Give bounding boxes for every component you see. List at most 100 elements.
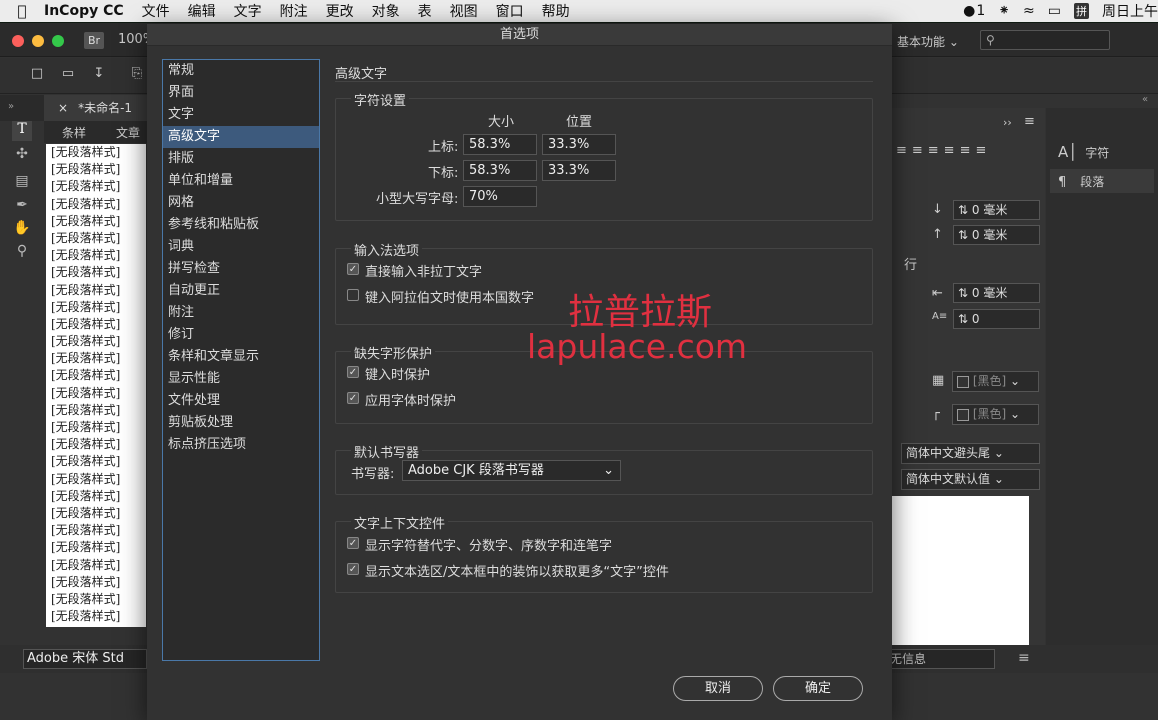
search-input[interactable]: ⚲ <box>980 30 1110 50</box>
mojikumi-dropdown[interactable]: 简体中文默认值 ⌄ <box>901 469 1040 490</box>
protect-typing-checkbox[interactable]: ✓ <box>347 366 359 378</box>
superscript-label: 上标: <box>428 140 459 155</box>
paragraph-icon: ¶ <box>1058 175 1067 190</box>
galley-line: [无段落样式] <box>51 454 121 469</box>
new-document-icon[interactable]: □ <box>28 66 46 82</box>
menu-changes[interactable]: 更改 <box>326 1 354 21</box>
category-item[interactable]: 标点挤压选项 <box>163 434 319 456</box>
category-item[interactable]: 单位和增量 <box>163 170 319 192</box>
collapse-icon[interactable]: » <box>8 101 14 112</box>
menu-help[interactable]: 帮助 <box>542 1 570 21</box>
category-item[interactable]: 修订 <box>163 324 319 346</box>
category-list[interactable]: 常规 界面 文字 高级文字 排版 单位和增量 网格 参考线和粘贴板 词典 拼写检查 自动更正 附注 修订… <box>162 59 320 661</box>
eyedropper-icon[interactable]: ✒ <box>12 197 32 217</box>
show-alternates-checkbox[interactable]: ✓ <box>347 537 359 549</box>
battery-icon[interactable]: ▭ <box>1048 3 1061 19</box>
download-icon[interactable]: ↧ <box>90 66 108 82</box>
collapse-icon[interactable]: « <box>1142 94 1148 105</box>
category-item[interactable]: 显示性能 <box>163 368 319 390</box>
subscript-size-input[interactable]: 58.3% <box>463 160 537 181</box>
document-tab[interactable]: × *未命名-1 <box>44 95 148 121</box>
bluetooth-icon[interactable]: ⁕ <box>998 3 1010 19</box>
menu-icon[interactable]: ≡ <box>1018 650 1030 666</box>
space-after-field[interactable]: ⇅ 0 毫米 <box>953 200 1040 220</box>
small-caps-label: 小型大写字母: <box>376 192 459 207</box>
open-folder-icon[interactable]: ▭ <box>59 66 77 82</box>
category-item[interactable]: 剪贴板处理 <box>163 412 319 434</box>
zoom-window-button[interactable] <box>52 35 64 47</box>
space-before-field[interactable]: ⇅ 0 毫米 <box>953 225 1040 245</box>
indent-field[interactable]: ⇅ 0 毫米 <box>953 283 1040 303</box>
alignment-icons[interactable]: ≡≡≡≡≡≡ <box>896 143 991 158</box>
type-tool-icon[interactable]: T <box>12 121 32 141</box>
cancel-button[interactable]: 取消 <box>673 676 763 701</box>
menu-object[interactable]: 对象 <box>372 1 400 21</box>
category-item[interactable]: 高级文字 <box>163 126 319 148</box>
input-method-icon[interactable]: 拼 <box>1074 3 1089 19</box>
galley-line: [无段落样式] <box>51 523 121 538</box>
category-item[interactable]: 条样和文章显示 <box>163 346 319 368</box>
superscript-size-input[interactable]: 58.3% <box>463 134 537 155</box>
workspace-switcher[interactable]: 基本功能 ⌄ <box>897 33 959 50</box>
tools-panel: T ✣ ▤ ✒ ✋ ⚲ <box>8 121 36 261</box>
color-dropdown-1[interactable]: [黑色] ⌄ <box>952 371 1039 392</box>
font-field[interactable]: Adobe 宋体 Std <box>23 649 147 669</box>
hand-tool-icon[interactable]: ✋ <box>12 220 32 240</box>
panel-item-paragraph[interactable]: ¶ 段落 <box>1050 169 1154 193</box>
category-item[interactable]: 网格 <box>163 192 319 214</box>
tab-galley[interactable]: 条样 <box>62 124 86 141</box>
menu-type[interactable]: 文字 <box>234 1 262 21</box>
ok-button[interactable]: 确定 <box>773 676 863 701</box>
menu-view[interactable]: 视图 <box>450 1 478 21</box>
menu-app-name[interactable]: InCopy CC <box>44 3 124 19</box>
subscript-position-input[interactable]: 33.3% <box>542 160 616 181</box>
show-adornment-checkbox[interactable]: ✓ <box>347 563 359 575</box>
category-item[interactable]: 参考线和粘贴板 <box>163 214 319 236</box>
native-digits-checkbox[interactable] <box>347 289 359 301</box>
qq-icon[interactable]: ●1 <box>963 3 985 19</box>
wifi-icon[interactable]: ≈ <box>1023 3 1035 19</box>
protect-font-checkbox[interactable]: ✓ <box>347 392 359 404</box>
galley-line: [无段落样式] <box>51 282 121 297</box>
category-item[interactable]: 文字 <box>163 104 319 126</box>
color-dropdown-2[interactable]: [黑色] ⌄ <box>952 404 1039 425</box>
category-item[interactable]: 拼写检查 <box>163 258 319 280</box>
menu-notes[interactable]: 附注 <box>280 1 308 21</box>
menu-table[interactable]: 表 <box>418 1 432 21</box>
kinsoku-dropdown[interactable]: 简体中文避头尾 ⌄ <box>901 443 1040 464</box>
galley-view[interactable]: [无段落样式] [无段落样式] [无段落样式] [无段落样式] [无段落样式] [无段落样… <box>46 144 146 627</box>
small-caps-input[interactable]: 70% <box>463 186 537 207</box>
category-item[interactable]: 附注 <box>163 302 319 324</box>
panel-expand-icon[interactable]: ›› <box>1003 116 1012 129</box>
menu-edit[interactable]: 编辑 <box>188 1 216 21</box>
galley-line: [无段落样式] <box>51 334 121 349</box>
category-item[interactable]: 文件处理 <box>163 390 319 412</box>
zoom-tool-icon[interactable]: ⚲ <box>12 243 32 263</box>
note-tool-icon[interactable]: ▤ <box>12 173 32 193</box>
category-item[interactable]: 排版 <box>163 148 319 170</box>
category-item[interactable]: 界面 <box>163 82 319 104</box>
panel-menu-icon[interactable]: ≡ <box>1024 114 1035 129</box>
group-title: 默认书写器 <box>351 442 423 461</box>
category-item[interactable]: 自动更正 <box>163 280 319 302</box>
info-field[interactable]: 无信息 <box>883 649 995 669</box>
bridge-icon[interactable]: Br <box>84 32 104 49</box>
drop-cap-field[interactable]: ⇅ 0 <box>953 309 1040 329</box>
composer-select[interactable]: Adobe CJK 段落书写器 ⌄ <box>402 460 621 481</box>
apple-icon[interactable]:  <box>0 2 44 20</box>
position-tool-icon[interactable]: ✣ <box>12 146 32 166</box>
category-item[interactable]: 常规 <box>163 60 319 82</box>
character-icon: A│ <box>1058 143 1078 161</box>
clock[interactable]: 周日上午 <box>1102 1 1158 21</box>
menu-file[interactable]: 文件 <box>142 1 170 21</box>
panel-item-character[interactable]: A│ 字符 <box>1058 143 1109 161</box>
category-item[interactable]: 词典 <box>163 236 319 258</box>
print-icon[interactable]: ⎘ <box>128 66 146 82</box>
inline-input-checkbox[interactable]: ✓ <box>347 263 359 275</box>
close-tab-icon[interactable]: × <box>58 101 68 115</box>
close-window-button[interactable] <box>12 35 24 47</box>
tab-story[interactable]: 文章 <box>116 124 140 141</box>
superscript-position-input[interactable]: 33.3% <box>542 134 616 155</box>
menu-window[interactable]: 窗口 <box>496 1 524 21</box>
minimize-window-button[interactable] <box>32 35 44 47</box>
